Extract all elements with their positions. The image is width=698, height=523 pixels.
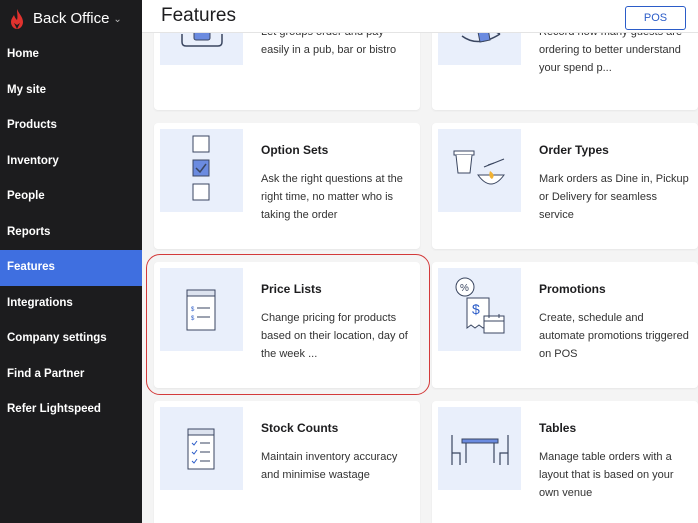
features-grid: Let groups order and pay easily in a pub… <box>142 33 698 523</box>
feature-card-title: Price Lists <box>261 282 322 296</box>
page-header: Features POS <box>142 0 698 33</box>
feature-card-desc: Manage table orders with a layout that i… <box>539 451 674 499</box>
feature-card-desc: Change pricing for products based on the… <box>261 312 408 360</box>
brand-name: Back Office <box>33 10 110 27</box>
sidebar-item-refer-lightspeed[interactable]: Refer Lightspeed <box>0 392 142 428</box>
promotion-receipt-icon: % $ <box>438 268 521 351</box>
sidebar: Back Office ⌄ Home My site Products Inve… <box>0 0 142 523</box>
sidebar-item-people[interactable]: People <box>0 179 142 215</box>
feature-card-guest-count[interactable]: Record how many guests are ordering to b… <box>432 33 698 110</box>
sidebar-item-company-settings[interactable]: Company settings <box>0 321 142 357</box>
table-chairs-icon <box>438 407 521 490</box>
svg-text:$: $ <box>472 301 480 317</box>
sidebar-item-products[interactable]: Products <box>0 108 142 144</box>
pos-button[interactable]: POS <box>625 6 686 30</box>
feature-card-option-sets[interactable]: Option Sets Ask the right questions at t… <box>154 123 420 249</box>
checklist-icon <box>160 129 243 212</box>
feature-card-desc: Create, schedule and automate promotions… <box>539 312 689 360</box>
sidebar-item-features[interactable]: Features <box>0 250 142 286</box>
sidebar-item-reports[interactable]: Reports <box>0 215 142 251</box>
feature-card-title: Order Types <box>539 143 609 157</box>
feature-card-desc: Mark orders as Dine in, Pickup or Delive… <box>539 173 689 221</box>
svg-text:%: % <box>460 283 469 294</box>
sidebar-item-inventory[interactable]: Inventory <box>0 144 142 180</box>
sidebar-item-integrations[interactable]: Integrations <box>0 286 142 322</box>
feature-card-title: Option Sets <box>261 143 329 157</box>
stock-checklist-icon <box>160 407 243 490</box>
feature-card-title: Promotions <box>539 282 606 296</box>
sidebar-nav: Home My site Products Inventory People R… <box>0 37 142 428</box>
app-root: Back Office ⌄ Home My site Products Inve… <box>0 0 698 523</box>
feature-card-desc: Maintain inventory accuracy and minimise… <box>261 451 398 481</box>
feature-card-order-types[interactable]: Order Types Mark orders as Dine in, Pick… <box>432 123 698 249</box>
feature-card-title: Tables <box>539 421 577 435</box>
page-title: Features <box>161 5 236 26</box>
feature-card-group-ordering[interactable]: Let groups order and pay easily in a pub… <box>154 33 420 110</box>
chevron-down-icon: ⌄ <box>113 14 122 25</box>
feature-card-desc: Let groups order and pay easily in a pub… <box>261 33 397 56</box>
sidebar-item-home[interactable]: Home <box>0 37 142 73</box>
price-list-icon: $ $ <box>160 268 243 351</box>
feature-card-tables[interactable]: Tables Manage table orders with a layout… <box>432 401 698 523</box>
takeaway-cup-icon <box>438 129 521 212</box>
sidebar-item-my-site[interactable]: My site <box>0 73 142 109</box>
group-ordering-icon <box>160 33 243 65</box>
feature-card-promotions[interactable]: % $ Promotions Create, schedule and auto… <box>432 262 698 388</box>
feature-card-desc: Record how many guests are ordering to b… <box>539 33 682 74</box>
guest-count-icon <box>438 33 521 65</box>
feature-card-desc: Ask the right questions at the right tim… <box>261 173 403 221</box>
lightspeed-logo-icon <box>11 8 23 29</box>
feature-card-stock-counts[interactable]: Stock Counts Maintain inventory accuracy… <box>154 401 420 523</box>
brand-switcher[interactable]: Back Office ⌄ <box>0 0 142 37</box>
feature-card-price-lists[interactable]: $ $ Price Lists Change pricing for produ… <box>154 262 420 388</box>
sidebar-item-find-a-partner[interactable]: Find a Partner <box>0 357 142 393</box>
feature-card-title: Stock Counts <box>261 421 339 435</box>
